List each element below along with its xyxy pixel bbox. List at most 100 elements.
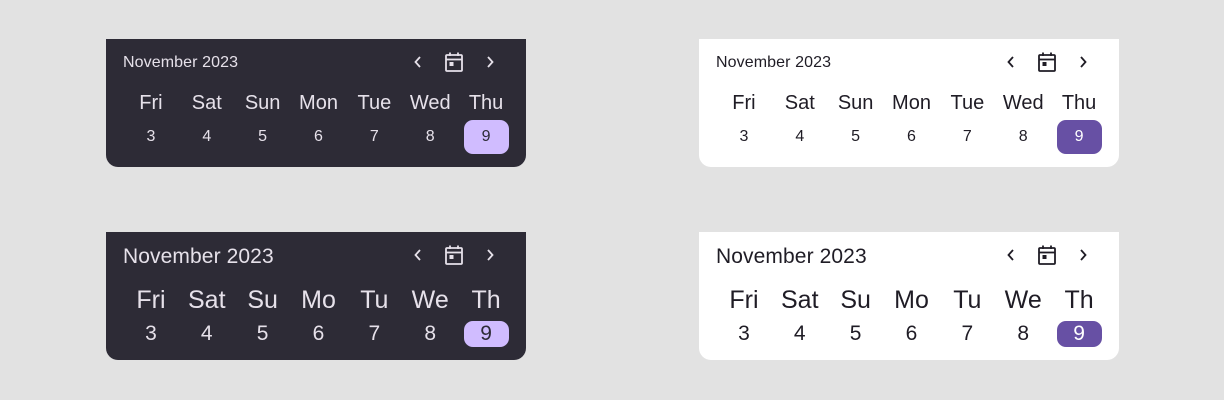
weekday-label: Mon <box>892 92 931 114</box>
date-cell[interactable]: 5 <box>828 119 884 155</box>
calendar-today-icon <box>445 52 463 72</box>
month-title: November 2023 <box>123 245 274 268</box>
date-cell[interactable]: 3 <box>123 318 179 350</box>
calendar-today-icon <box>445 245 463 265</box>
weekday-label: Sat <box>781 286 819 314</box>
next-week-button[interactable] <box>1073 244 1093 266</box>
today-button[interactable] <box>1037 244 1057 266</box>
weekday-label: Fri <box>136 286 166 314</box>
weekday-label: Tu <box>360 286 389 314</box>
date-cell[interactable]: 3 <box>123 119 179 155</box>
date-cell[interactable]: 5 <box>235 119 291 155</box>
date-cell-selected[interactable]: 9 <box>458 318 514 350</box>
date-cell[interactable]: 6 <box>884 318 940 350</box>
weekday-label: We <box>1004 286 1042 314</box>
weekday-label: Tu <box>953 286 982 314</box>
weekday-label: We <box>411 286 449 314</box>
prev-week-button[interactable] <box>408 51 428 73</box>
date-cell-selected[interactable]: 9 <box>1051 119 1107 155</box>
prev-week-button[interactable] <box>1001 51 1021 73</box>
weekday-label: Thu <box>1061 92 1097 114</box>
weekday-row: Fri Sat Su Mo Tu We Th <box>716 274 1107 318</box>
date-cell[interactable]: 6 <box>884 119 940 155</box>
calendar-nav <box>1001 244 1093 266</box>
date-cell-selected[interactable]: 9 <box>1051 318 1107 350</box>
date-cell[interactable]: 8 <box>402 318 458 350</box>
weekday-label: Wed <box>1002 92 1044 114</box>
date-cell[interactable]: 8 <box>402 119 458 155</box>
weekday-label: Mo <box>301 286 336 314</box>
weekday-label: Tue <box>950 92 985 114</box>
date-cell-selected[interactable]: 9 <box>458 119 514 155</box>
week-calendar-light-large: November 2023 Fri Sat Su Mo Tu We Th 3 4… <box>699 232 1119 360</box>
today-button[interactable] <box>444 51 464 73</box>
next-week-button[interactable] <box>480 244 500 266</box>
weekday-label: Sat <box>784 92 815 114</box>
date-row: 3 4 5 6 7 8 9 <box>123 119 514 155</box>
chevron-left-icon <box>1007 249 1014 261</box>
weekday-label: Mon <box>299 92 338 114</box>
date-cell[interactable]: 8 <box>995 119 1051 155</box>
weekday-label: Sat <box>188 286 226 314</box>
calendar-nav <box>408 51 500 73</box>
prev-week-button[interactable] <box>408 244 428 266</box>
date-cell[interactable]: 5 <box>828 318 884 350</box>
date-cell[interactable]: 4 <box>179 119 235 155</box>
date-row: 3 4 5 6 7 8 9 <box>716 318 1107 350</box>
weekday-label: Fri <box>729 286 759 314</box>
chevron-right-icon <box>1080 56 1087 68</box>
prev-week-button[interactable] <box>1001 244 1021 266</box>
date-cell[interactable]: 4 <box>772 119 828 155</box>
weekday-label: Wed <box>409 92 451 114</box>
next-week-button[interactable] <box>480 51 500 73</box>
calendar-today-icon <box>1038 52 1056 72</box>
weekday-label: Sat <box>191 92 222 114</box>
date-cell[interactable]: 5 <box>235 318 291 350</box>
date-cell[interactable]: 7 <box>939 318 995 350</box>
weekday-label: Sun <box>244 92 281 114</box>
month-title: November 2023 <box>123 54 239 71</box>
weekday-row: Fri Sat Sun Mon Tue Wed Thu <box>123 87 514 119</box>
weekday-label: Su <box>840 286 871 314</box>
calendar-header: November 2023 <box>716 39 1107 72</box>
weekday-label: Su <box>247 286 278 314</box>
week-calendar-light-compact: November 2023 Fri Sat Sun Mon Tue Wed Th… <box>699 39 1119 167</box>
next-week-button[interactable] <box>1073 51 1093 73</box>
date-cell[interactable]: 3 <box>716 318 772 350</box>
date-cell[interactable]: 6 <box>291 318 347 350</box>
date-cell[interactable]: 7 <box>939 119 995 155</box>
date-cell[interactable]: 6 <box>291 119 347 155</box>
calendar-nav <box>1001 51 1093 73</box>
chevron-left-icon <box>414 249 421 261</box>
date-cell[interactable]: 4 <box>179 318 235 350</box>
chevron-right-icon <box>487 56 494 68</box>
weekday-row: Fri Sat Sun Mon Tue Wed Thu <box>716 87 1107 119</box>
week-calendar-dark-compact: November 2023 Fri Sat Sun Mon Tue Wed Th… <box>106 39 526 167</box>
calendar-today-icon <box>1038 245 1056 265</box>
weekday-label: Fri <box>139 92 163 114</box>
weekday-label: Mo <box>894 286 929 314</box>
date-cell[interactable]: 7 <box>346 119 402 155</box>
date-row: 3 4 5 6 7 8 9 <box>123 318 514 350</box>
weekday-label: Th <box>1064 286 1094 314</box>
weekday-label: Th <box>471 286 501 314</box>
date-cell[interactable]: 8 <box>995 318 1051 350</box>
calendar-header: November 2023 <box>123 39 514 72</box>
weekday-label: Tue <box>357 92 392 114</box>
chevron-left-icon <box>414 56 421 68</box>
week-calendar-dark-large: November 2023 Fri Sat Su Mo Tu We Th 3 4… <box>106 232 526 360</box>
date-cell[interactable]: 7 <box>346 318 402 350</box>
chevron-right-icon <box>1080 249 1087 261</box>
weekday-label: Thu <box>468 92 504 114</box>
month-title: November 2023 <box>716 54 832 71</box>
date-cell[interactable]: 4 <box>772 318 828 350</box>
weekday-label: Fri <box>732 92 756 114</box>
weekday-row: Fri Sat Su Mo Tu We Th <box>123 274 514 318</box>
calendar-header: November 2023 <box>123 232 514 268</box>
today-button[interactable] <box>1037 51 1057 73</box>
month-title: November 2023 <box>716 245 867 268</box>
chevron-right-icon <box>487 249 494 261</box>
date-cell[interactable]: 3 <box>716 119 772 155</box>
today-button[interactable] <box>444 244 464 266</box>
weekday-label: Sun <box>837 92 874 114</box>
